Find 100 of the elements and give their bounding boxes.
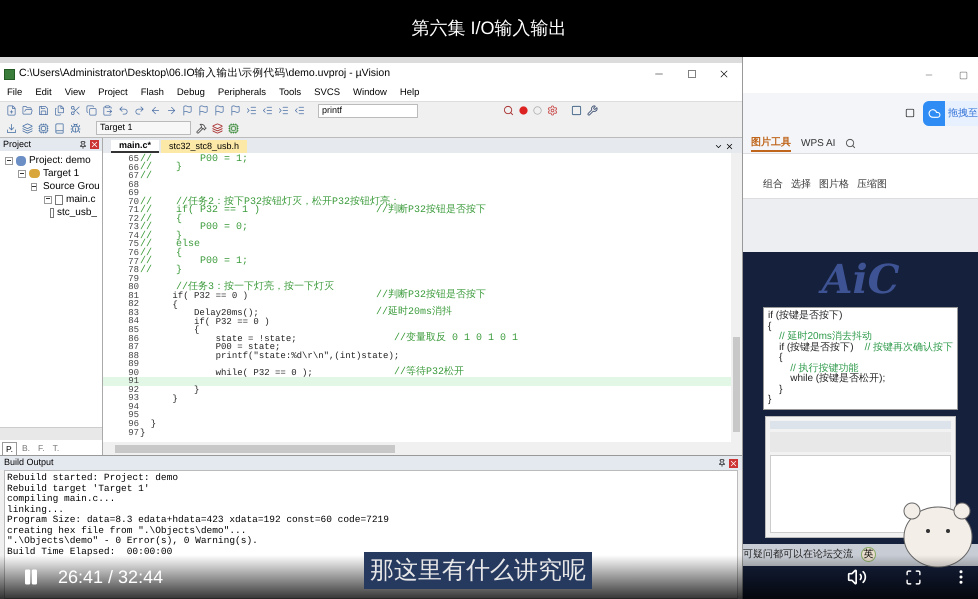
collapse-toggle[interactable] <box>18 170 26 178</box>
slide-code-line: { <box>768 322 772 332</box>
ribbon-button[interactable]: 压缩图 <box>857 177 887 192</box>
panel-tab[interactable]: F. <box>34 442 48 455</box>
ribbon-button[interactable]: 图片格 <box>819 177 849 192</box>
ribbon-button[interactable]: 组合 <box>763 177 783 192</box>
outdent-icon[interactable] <box>262 105 273 116</box>
volume-button[interactable] <box>847 567 867 587</box>
slide-code-line: } <box>778 384 784 395</box>
download-icon[interactable] <box>6 122 17 134</box>
menu-item[interactable]: SVCS <box>314 86 340 100</box>
tree-item[interactable]: Target 1 <box>43 166 80 181</box>
back-icon[interactable] <box>150 105 161 116</box>
ribbon-tab[interactable]: WPS AI <box>801 136 836 150</box>
pause-button[interactable] <box>22 568 40 586</box>
collapse-toggle[interactable] <box>5 156 13 164</box>
menu-item[interactable]: Tools <box>278 86 302 100</box>
code-line: if( P32 == 0 ) <box>193 316 271 327</box>
tree-item[interactable]: Project: demo <box>29 153 91 168</box>
pin-icon[interactable] <box>718 459 726 467</box>
menu-item[interactable]: Project <box>98 86 128 100</box>
flag-icon[interactable] <box>214 105 225 116</box>
vertical-scrollbar[interactable] <box>731 153 742 442</box>
settings-icon[interactable] <box>547 105 558 116</box>
code-comment: //判断P32按钮是否按下 <box>376 291 486 302</box>
menu-item[interactable]: Window <box>353 86 387 100</box>
window-title: C:\Users\Administrator\Desktop\06.IO输入输出\示例代码\demo.uvproj - µVision <box>19 66 392 82</box>
file-tab[interactable]: main.c* <box>111 140 160 153</box>
menu-item[interactable]: Debug <box>176 86 205 100</box>
flag-icon[interactable] <box>230 105 241 116</box>
code-text-box[interactable]: if (按键是否按下) { // 延时20ms消去抖动 if (按键是否按下) // 按键再次确认按下 { // 执行按键功能 while (按键是否松开); } } <box>763 307 958 410</box>
line-number: 68 <box>127 180 140 190</box>
fullscreen-button[interactable] <box>905 568 922 586</box>
dropdown-icon[interactable] <box>714 142 723 151</box>
book-icon[interactable] <box>54 122 65 134</box>
code-comment: //判断P32按钮是否按下 <box>376 206 486 216</box>
new-file-icon[interactable] <box>6 105 17 116</box>
output-line: compiling main.c... <box>7 494 116 504</box>
copy-icon[interactable] <box>86 105 97 116</box>
pin-icon[interactable] <box>79 140 87 148</box>
flag-icon[interactable] <box>198 105 209 116</box>
target-combobox[interactable]: Target 1 <box>96 121 191 135</box>
code-line: { <box>193 325 200 336</box>
open-folder-icon[interactable] <box>22 105 33 116</box>
language-badge[interactable]: 英 <box>861 547 876 562</box>
find-combobox[interactable]: printf <box>318 104 418 118</box>
panel-tab[interactable]: B. <box>18 442 33 455</box>
chip-icon[interactable] <box>228 122 239 134</box>
line-number: 77 <box>127 258 140 266</box>
menu-item[interactable]: Flash <box>140 86 164 100</box>
ribbon-button[interactable]: 选择 <box>791 177 811 192</box>
app-icon <box>4 68 15 80</box>
cut-icon[interactable] <box>70 105 81 116</box>
line-number: 92 <box>127 386 140 394</box>
panel-title: Project <box>3 138 32 151</box>
forward-icon[interactable] <box>166 105 177 116</box>
maximize-icon[interactable] <box>687 69 697 79</box>
output-line: Rebuild started: Project: demo <box>7 473 180 484</box>
outdent-icon[interactable] <box>294 105 305 116</box>
close-icon[interactable] <box>725 142 734 151</box>
undo-icon[interactable] <box>118 105 129 116</box>
layers-icon[interactable] <box>212 122 223 134</box>
collapse-toggle[interactable] <box>31 182 37 190</box>
search-icon[interactable] <box>503 105 514 116</box>
indent-icon[interactable] <box>246 105 257 116</box>
save-all-icon[interactable] <box>54 105 65 116</box>
line-number: 94 <box>127 402 140 412</box>
paste-icon[interactable] <box>102 105 113 116</box>
ribbon-tab[interactable]: 图片工具 <box>751 134 791 152</box>
tree-item[interactable]: main.c <box>66 192 96 207</box>
chip-icon[interactable] <box>38 122 49 134</box>
horizontal-scrollbar[interactable] <box>0 427 102 440</box>
hammer-icon[interactable] <box>196 122 207 134</box>
menu-item[interactable]: File <box>7 86 22 100</box>
wrench-icon[interactable] <box>587 105 598 116</box>
file-tab[interactable]: stc32_stc8_usb.h <box>161 140 248 153</box>
breakpoint-icon[interactable] <box>519 106 528 115</box>
code-line: } <box>140 428 146 438</box>
save-icon[interactable] <box>38 105 49 116</box>
window-icon[interactable] <box>571 105 582 116</box>
indent-icon[interactable] <box>278 105 289 116</box>
panel-tab[interactable]: P. <box>2 442 17 455</box>
slide-code-line: if (按键是否按下) // 按键再次确认按下 <box>778 342 953 352</box>
menu-item[interactable]: View <box>64 86 86 100</box>
tree-item[interactable]: stc_usb_ <box>56 205 97 220</box>
upload-button[interactable]: 拖拽至 <box>923 100 978 126</box>
menu-item[interactable]: Peripherals <box>218 86 266 100</box>
panel-tab[interactable]: T. <box>50 442 62 455</box>
menu-item[interactable]: Edit <box>35 86 52 100</box>
layers-icon[interactable] <box>22 122 33 134</box>
menu-item[interactable]: Help <box>400 86 420 100</box>
window-icon[interactable] <box>905 108 915 118</box>
bug-icon[interactable] <box>70 122 81 134</box>
expand-toggle[interactable] <box>44 196 52 204</box>
search-icon[interactable] <box>845 138 856 148</box>
flag-icon[interactable] <box>182 105 193 116</box>
close-icon[interactable] <box>718 68 730 80</box>
tree-item[interactable]: Source Grou <box>43 179 100 194</box>
line-number: 93 <box>127 394 140 403</box>
redo-icon[interactable] <box>134 105 145 116</box>
